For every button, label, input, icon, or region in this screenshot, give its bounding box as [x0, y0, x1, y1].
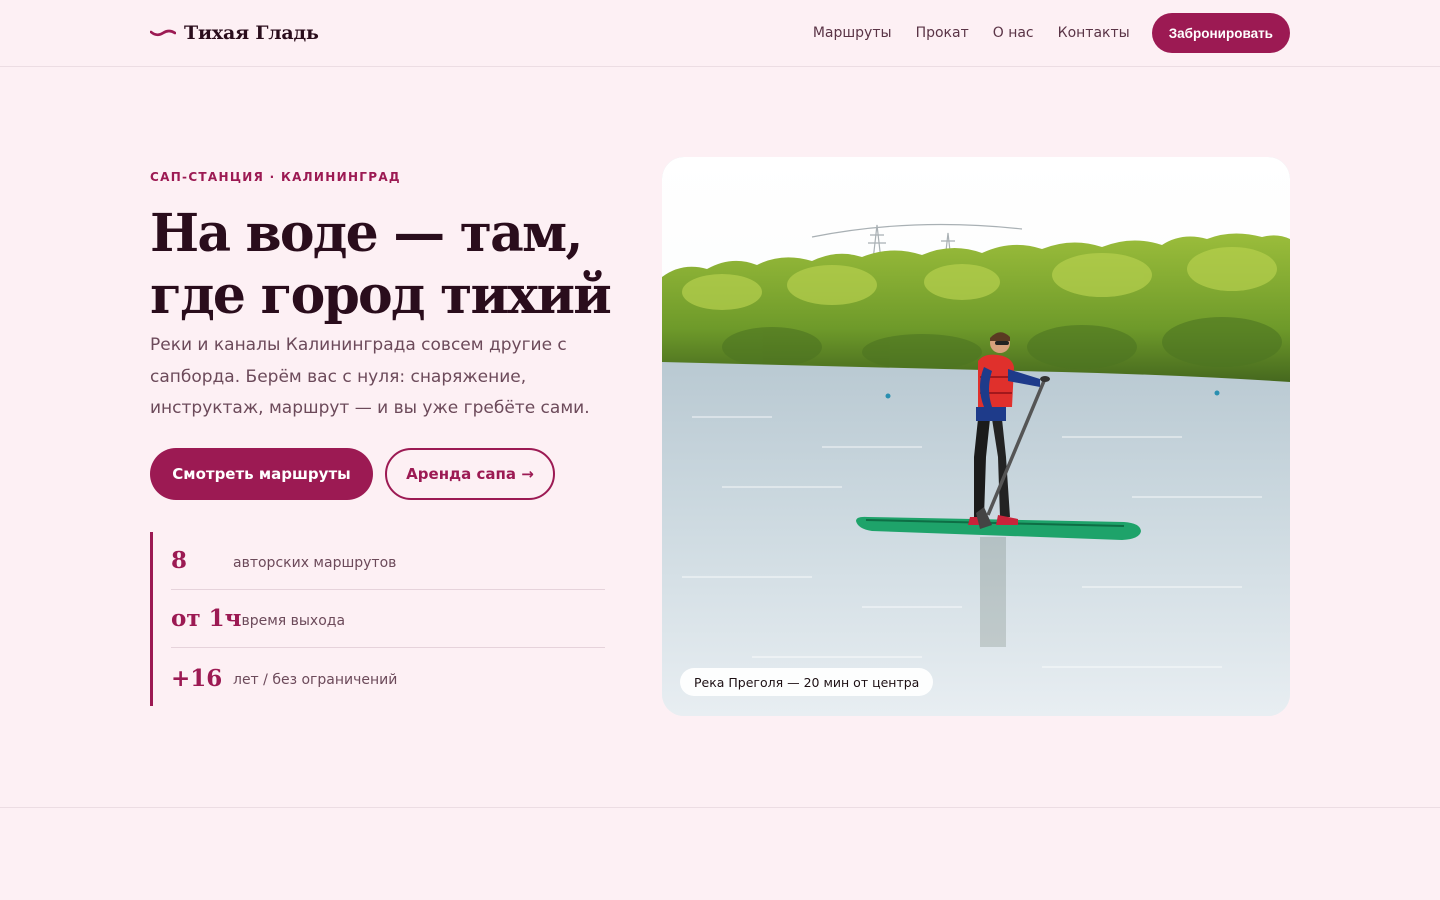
stat-value: 8	[171, 547, 188, 574]
hero-lead: Реки и каналы Калининграда совсем другие…	[150, 335, 590, 418]
hero-eyebrow: САП-СТАНЦИЯ · КАЛИНИНГРАД	[150, 170, 401, 184]
nav-item-about[interactable]: О нас	[993, 25, 1034, 41]
stat-age: +16 лет / без ограничений	[171, 649, 605, 707]
paddleboarder-photo	[662, 157, 1290, 716]
sup-rental-button[interactable]: Аренда сапа →	[385, 448, 555, 500]
hero-photo	[662, 157, 1290, 716]
stat-value: от 1ч	[171, 605, 242, 632]
stat-duration: от 1ч время выхода	[171, 590, 605, 648]
stats-block: 8 авторских маршрутов от 1ч время выхода…	[150, 532, 605, 706]
site-header: Тихая Гладь Маршруты Прокат О нас Контак…	[0, 0, 1440, 67]
photo-caption: Река Преголя — 20 мин от центра	[680, 668, 934, 696]
stat-routes: 8 авторских маршрутов	[171, 532, 605, 590]
stat-label: лет / без ограничений	[233, 672, 398, 688]
stat-label: время выхода	[241, 612, 346, 629]
section-divider	[0, 807, 1440, 808]
nav-item-routes[interactable]: Маршруты	[813, 25, 892, 41]
stat-label: авторских маршрутов	[233, 554, 397, 571]
logo[interactable]: Тихая Гладь	[150, 19, 319, 47]
brand-name: Тихая Гладь	[184, 22, 319, 44]
book-button[interactable]: Забронировать	[1151, 13, 1290, 53]
main-nav: Маршруты Прокат О нас Контакты Заброниро…	[813, 13, 1290, 53]
hero-headline: На воде — там, где город тихий	[150, 203, 650, 327]
headline-line-2: где город тихий	[150, 265, 612, 326]
stat-value: +16	[171, 664, 223, 692]
nav-item-contacts[interactable]: Контакты	[1058, 25, 1130, 41]
nav-item-rental[interactable]: Прокат	[916, 25, 969, 41]
wave-icon	[150, 26, 176, 40]
headline-line-1: На воде — там,	[150, 203, 583, 264]
view-routes-button[interactable]: Смотреть маршруты	[150, 448, 373, 500]
